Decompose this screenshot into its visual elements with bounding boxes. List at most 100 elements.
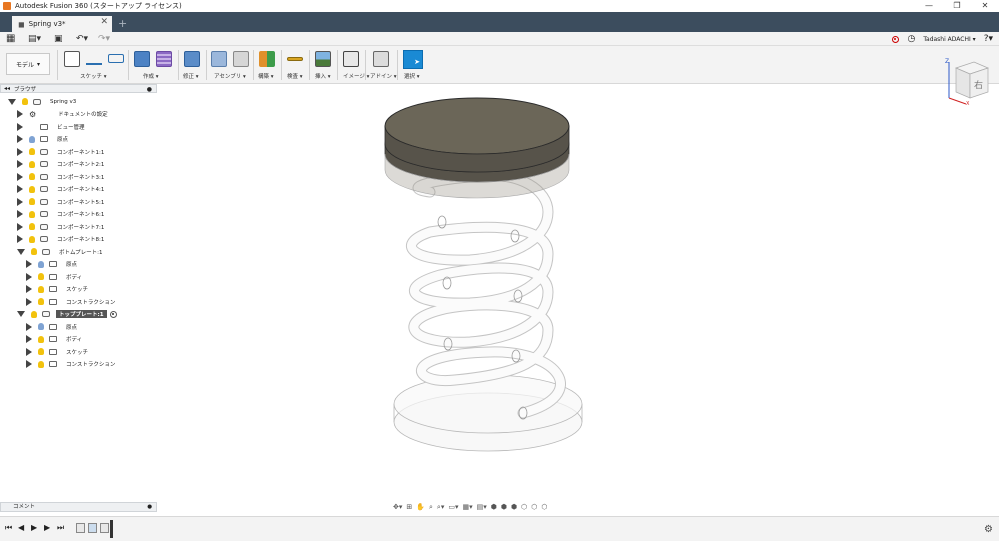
browser-tree-item[interactable]: コンストラクション (26, 359, 118, 370)
pan-icon[interactable]: ✋ (416, 503, 425, 511)
visibility-bulb-icon[interactable] (38, 298, 44, 305)
visibility-bulb-icon[interactable] (38, 335, 44, 343)
extrude-icon[interactable] (134, 51, 150, 67)
new-component-icon[interactable] (211, 51, 227, 67)
browser-tree-item[interactable]: Spring v3 (8, 96, 79, 107)
render-icon[interactable] (343, 51, 359, 67)
collapsed-triangle-icon[interactable] (17, 235, 23, 243)
create-sketch-icon[interactable] (64, 51, 80, 67)
file-icon[interactable]: ▤▾ (28, 33, 41, 45)
collapsed-triangle-icon[interactable] (26, 272, 32, 281)
visibility-bulb-icon[interactable] (29, 135, 35, 143)
active-component-radio-icon[interactable] (109, 310, 117, 318)
measure-icon[interactable] (287, 57, 303, 61)
browser-tree-item[interactable]: スケッチ (26, 346, 91, 357)
help-icon[interactable]: ?▾ (984, 34, 993, 44)
collapsed-triangle-icon[interactable] (26, 297, 32, 306)
grid-icon[interactable]: ▦ (6, 33, 15, 45)
browser-tree-item[interactable]: コンポーネント1:1 (17, 146, 107, 157)
browser-tree-item[interactable]: 原点 (26, 321, 80, 332)
timeline-marker[interactable] (110, 520, 113, 538)
3d-viewport[interactable] (157, 84, 999, 500)
comments-panel[interactable]: コメント ● (0, 502, 157, 512)
browser-tree-item[interactable]: コンポーネント5:1 (17, 196, 107, 207)
collapsed-triangle-icon[interactable] (17, 172, 23, 181)
look-at-icon[interactable]: ⊞ (406, 503, 412, 511)
joint-icon[interactable] (233, 51, 249, 67)
transparent-icon[interactable]: ⬡ (541, 503, 547, 511)
insert-group-label[interactable]: 挿入 ▾ (315, 72, 331, 80)
new-tab-button[interactable]: + (118, 17, 127, 30)
redo-icon[interactable]: ↷▾ (98, 33, 110, 45)
user-menu[interactable]: Tadashi ADACHI ▾ (923, 36, 975, 43)
gear-icon[interactable]: ⚙ (29, 110, 36, 118)
restore-button[interactable]: ❐ (943, 0, 971, 12)
zoom-icon[interactable]: ⌕ (429, 503, 433, 512)
browser-tree-item[interactable]: コンポーネント8:1 (17, 234, 107, 245)
browser-tree-item[interactable]: コンポーネント6:1 (17, 209, 107, 220)
collapse-panel-icon[interactable]: ◂◂ (4, 85, 10, 92)
browser-tree-item[interactable]: ⚙ ドキュメントの設定 (17, 109, 111, 120)
go-to-end-icon[interactable]: ⏭ (57, 523, 64, 533)
browser-tree-item[interactable]: トッププレート:1 (17, 309, 117, 320)
inspect-group-label[interactable]: 検査 ▾ (287, 72, 303, 80)
browser-tree-item[interactable]: コンポーネント7:1 (17, 221, 107, 232)
visibility-bulb-icon[interactable] (29, 173, 35, 180)
visibility-bulb-icon[interactable] (29, 185, 35, 193)
collapsed-triangle-icon[interactable] (26, 285, 32, 293)
visibility-bulb-icon[interactable] (38, 273, 44, 280)
expanded-triangle-icon[interactable] (8, 98, 16, 105)
line-icon[interactable] (86, 55, 102, 65)
insert-image-icon[interactable] (315, 51, 331, 67)
browser-tree-item[interactable]: スケッチ (26, 284, 91, 295)
play-icon[interactable]: ▶ (31, 523, 37, 532)
grid-settings-icon[interactable]: ▦▾ (462, 503, 472, 511)
select-group-label[interactable]: 選択 ▾ (404, 72, 420, 80)
visibility-bulb-icon[interactable] (29, 223, 35, 230)
visibility-bulb-icon[interactable] (31, 248, 37, 255)
collapsed-triangle-icon[interactable] (26, 347, 32, 356)
browser-tree-item[interactable]: 原点 (17, 134, 71, 145)
record-icon[interactable] (892, 35, 900, 43)
press-pull-icon[interactable] (184, 51, 200, 67)
browser-tree-item[interactable]: ボディ (26, 271, 85, 282)
minimize-button[interactable]: — (915, 0, 943, 12)
workspace-switcher[interactable]: モデル ▾ (6, 53, 50, 75)
clock-icon[interactable]: ◷ (907, 34, 915, 44)
sketch-group-label[interactable]: スケッチ ▾ (80, 72, 107, 80)
addins-group-label[interactable]: アドイン ▾ (370, 72, 397, 80)
collapsed-triangle-icon[interactable] (17, 122, 23, 131)
form-icon[interactable] (156, 51, 172, 67)
timeline-feature[interactable] (76, 523, 85, 533)
visibility-bulb-icon[interactable] (38, 360, 44, 368)
visibility-bulb-icon[interactable] (38, 348, 44, 355)
create-group-label[interactable]: 作成 ▾ (143, 72, 159, 80)
visible-edges-icon[interactable]: ⬡ (531, 503, 537, 511)
collapsed-triangle-icon[interactable] (17, 135, 23, 143)
rectangle-icon[interactable] (108, 54, 124, 63)
timeline-feature[interactable] (88, 523, 97, 533)
select-tool-button[interactable]: ➤ (403, 50, 423, 69)
browser-pin-icon[interactable]: ● (147, 86, 152, 93)
zoom-window-icon[interactable]: ⌕▾ (437, 503, 444, 512)
assemble-group-label[interactable]: アセンブリ ▾ (214, 72, 246, 80)
visibility-bulb-icon[interactable] (31, 310, 37, 318)
visibility-bulb-icon[interactable] (29, 198, 35, 205)
orbit-icon[interactable]: ✥▾ (393, 503, 402, 511)
collapsed-triangle-icon[interactable] (26, 335, 32, 343)
visibility-bulb-icon[interactable] (38, 323, 44, 330)
collapsed-triangle-icon[interactable] (26, 260, 32, 268)
modify-group-label[interactable]: 修正 ▾ (183, 72, 199, 80)
undo-icon[interactable]: ↶▾ (76, 33, 88, 45)
visibility-bulb-icon[interactable] (29, 210, 35, 218)
viewports-icon[interactable]: ▤▾ (477, 503, 487, 511)
close-tab-icon[interactable]: ✕ (100, 17, 108, 27)
browser-tree-item[interactable]: コンストラクション (26, 296, 118, 307)
browser-tree-item[interactable]: 原点 (26, 259, 80, 270)
collapsed-triangle-icon[interactable] (17, 147, 23, 156)
browser-tree-item[interactable]: ビュー管理 (17, 121, 88, 132)
browser-tree-item[interactable]: ボトムプレート:1 (17, 246, 106, 257)
comments-pin-icon[interactable]: ● (147, 503, 152, 511)
browser-tree-item[interactable]: コンポーネント3:1 (17, 171, 107, 182)
collapsed-triangle-icon[interactable] (17, 222, 23, 231)
